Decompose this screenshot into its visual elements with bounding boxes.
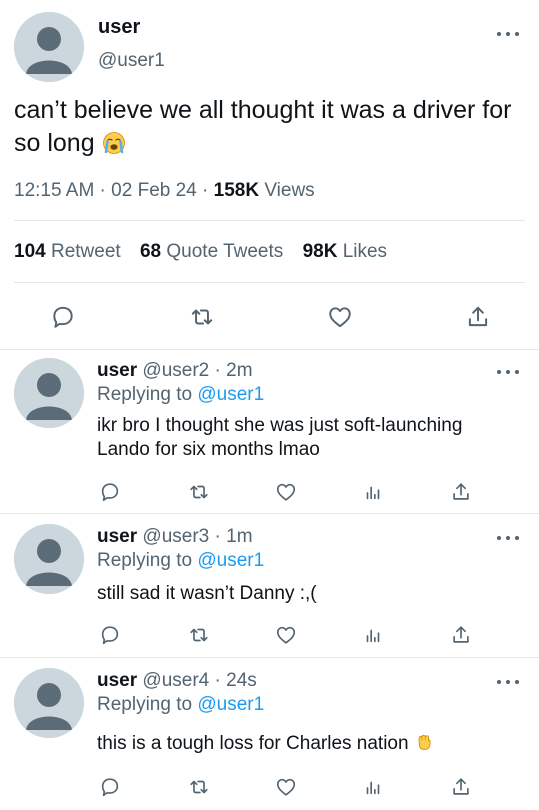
tweet-date[interactable]: 02 Feb 24 [111,180,197,201]
reply-time[interactable]: 2m [226,360,252,381]
display-name[interactable]: user [98,16,140,39]
replying-to: Replying to @user1 [97,384,264,406]
tweet-stats: 104 Retweet 68 Quote Tweets 98K Likes [14,241,401,263]
avatar[interactable] [14,358,84,428]
more-icon[interactable] [497,678,519,686]
quote-stat[interactable]: 68 Quote Tweets [140,241,283,262]
handle[interactable]: @user1 [98,50,165,72]
quotes-count: 68 [139,241,162,262]
more-icon[interactable] [497,368,519,376]
replying-to-link[interactable]: @user1 [197,384,264,405]
likes-stat[interactable]: 98K Likes [303,241,388,262]
replying-prefix: Replying to [97,384,193,405]
likes-label: Likes [342,241,388,262]
reply-header: user @user4 · 24s [97,670,257,691]
tweet-text-body: can’t believe we all thought it was a dr… [14,96,512,157]
share-icon[interactable] [463,302,493,332]
reply-time[interactable]: 24s [226,670,257,691]
divider [0,657,539,658]
reply-time[interactable]: 1m [226,526,252,547]
share-icon[interactable] [446,620,476,650]
tweet-time[interactable]: 12:15 AM [14,180,94,201]
handle[interactable]: @user2 [142,360,209,381]
reply-header: user @user2 · 2m [97,360,253,381]
divider [14,282,525,283]
raised-fist-icon [418,734,431,750]
display-name[interactable]: user [97,526,137,547]
reply-icon[interactable] [48,302,78,332]
reply-icon[interactable] [95,620,125,650]
analytics-icon[interactable] [358,477,388,507]
quotes-label: Quote Tweets [166,241,284,262]
more-icon[interactable] [497,30,519,38]
reply-text: this is a tough loss for Charles nation [97,732,517,756]
reply-header: user @user3 · 1m [97,526,253,547]
analytics-icon[interactable] [358,620,388,650]
like-icon[interactable] [325,302,355,332]
handle[interactable]: @user4 [142,670,209,691]
reply-actions [0,620,539,650]
retweet-stat[interactable]: 104 Retweet [14,241,121,262]
tweet-text: can’t believe we all thought it was a dr… [14,94,524,160]
views-count: 158K [213,180,260,201]
like-icon[interactable] [271,772,301,802]
replying-to-link[interactable]: @user1 [197,550,264,571]
reply-icon[interactable] [95,477,125,507]
replying-to: Replying to @user1 [97,550,264,572]
replying-to: Replying to @user1 [97,694,264,716]
divider [0,513,539,514]
loudly-crying-face-icon [102,132,125,154]
more-icon[interactable] [497,534,519,542]
avatar[interactable] [14,668,84,738]
handle[interactable]: @user3 [142,526,209,547]
retweet-icon[interactable] [187,302,217,332]
replying-prefix: Replying to [97,550,193,571]
reply-actions [0,772,539,802]
retweet-icon[interactable] [184,620,214,650]
analytics-icon[interactable] [358,772,388,802]
divider [14,220,525,221]
replying-to-link[interactable]: @user1 [197,694,264,715]
avatar[interactable] [14,12,84,82]
reply-text-body: this is a tough loss for Charles nation [97,733,409,754]
retweet-icon[interactable] [184,477,214,507]
display-name[interactable]: user [97,360,137,381]
tweet-actions [0,302,539,332]
like-icon[interactable] [271,620,301,650]
retweets-count: 104 [14,241,46,262]
share-icon[interactable] [446,772,476,802]
reply-text: ikr bro I thought she was just soft-laun… [97,415,463,460]
retweets-label: Retweet [50,241,121,262]
likes-count: 98K [302,241,338,262]
reply-actions [0,477,539,507]
reply-icon[interactable] [95,772,125,802]
tweet-meta: 12:15 AM · 02 Feb 24 · 158K Views [14,180,315,201]
divider [0,349,539,350]
reply-text: still sad it wasn’t Danny :,( [97,583,317,604]
views-label: Views [264,180,315,201]
avatar[interactable] [14,524,84,594]
like-icon[interactable] [271,477,301,507]
retweet-icon[interactable] [184,772,214,802]
replying-prefix: Replying to [97,694,193,715]
share-icon[interactable] [446,477,476,507]
display-name[interactable]: user [97,670,137,691]
